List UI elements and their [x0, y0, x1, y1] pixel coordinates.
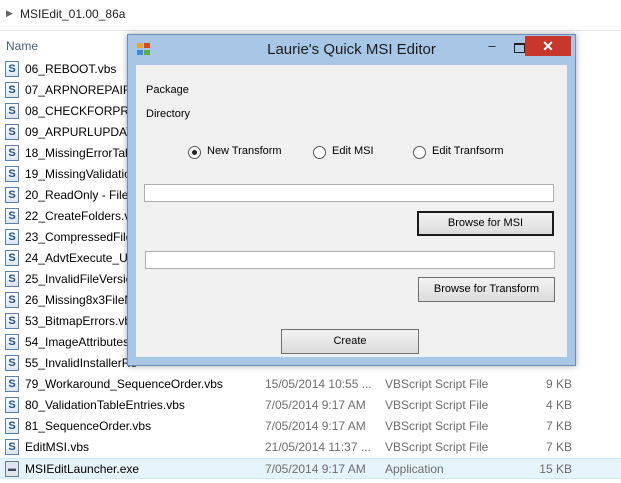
file-row[interactable]: S 81_SequenceOrder.vbs 7/05/2014 9:17 AM VB…	[0, 416, 621, 437]
vbs-script-icon: S	[5, 103, 19, 119]
vbs-script-icon: S	[5, 208, 19, 224]
file-name: 23_CompressedFile	[25, 230, 133, 244]
file-row[interactable]: S 79_Workaround_SequenceOrder.vbs 15/05/20…	[0, 374, 621, 395]
dialog-client-area: Package Directory New Transform Edit MSI…	[136, 65, 567, 357]
vbs-script-icon: S	[5, 61, 19, 77]
file-name: 07_ARPNOREPAIR.v	[25, 83, 141, 97]
radio-label[interactable]: Edit MSI	[332, 145, 374, 157]
file-name: 09_ARPURLUPDATI	[25, 125, 137, 139]
file-type: VBScript Script File	[385, 419, 489, 433]
browse-msi-button[interactable]: Browse for MSI	[417, 211, 554, 236]
file-date: 7/05/2014 9:17 AM	[265, 398, 366, 412]
file-size: 7 KB	[545, 440, 572, 454]
vbs-script-icon: S	[5, 124, 19, 140]
file-date: 15/05/2014 10:55 ...	[265, 377, 372, 391]
maximize-icon	[514, 43, 525, 53]
create-button[interactable]: Create	[281, 329, 419, 354]
radio-label[interactable]: New Transform	[207, 145, 282, 157]
radio-circle[interactable]	[313, 146, 326, 159]
file-date: 21/05/2014 11:37 ...	[265, 440, 371, 454]
radio-selected-dot	[192, 150, 197, 155]
file-name: 80_ValidationTableEntries.vbs	[25, 398, 185, 412]
msi-path-input[interactable]	[144, 184, 554, 202]
file-name: 53_BitmapErrors.vb	[25, 314, 132, 328]
application-icon: ▬	[5, 461, 19, 477]
file-row[interactable]: S 80_ValidationTableEntries.vbs 7/05/2014 …	[0, 395, 621, 416]
radio-label[interactable]: Edit Tranfsorm	[432, 145, 504, 157]
minimize-icon: –	[488, 38, 496, 53]
file-name: 22_CreateFolders.vb	[25, 209, 138, 223]
vbs-script-icon: S	[5, 187, 19, 203]
file-name: 25_InvalidFileVersic	[25, 272, 132, 286]
directory-label: Directory	[146, 108, 191, 120]
close-icon: ✕	[542, 38, 554, 54]
vbs-script-icon: S	[5, 439, 19, 455]
close-button[interactable]: ✕	[525, 36, 571, 56]
vbs-script-icon: S	[5, 145, 19, 161]
file-size: 15 KB	[539, 462, 572, 476]
file-name: 55_InvalidInstallerRe	[25, 356, 138, 370]
file-name: 26_Missing8x3FileN	[25, 293, 134, 307]
file-name: 20_ReadOnly - File	[25, 188, 129, 202]
radio-circle[interactable]	[413, 146, 426, 159]
vbs-script-icon: S	[5, 355, 19, 371]
file-name: 79_Workaround_SequenceOrder.vbs	[25, 377, 223, 391]
column-header-name[interactable]: Name	[6, 39, 38, 53]
breadcrumb[interactable]: ▶ MSIEdit_01.00_86a	[0, 0, 621, 31]
breadcrumb-folder[interactable]: MSIEdit_01.00_86a	[20, 7, 125, 21]
transform-path-input[interactable]	[145, 251, 555, 269]
file-name: 81_SequenceOrder.vbs	[25, 419, 152, 433]
chevron-right-icon[interactable]: ▶	[6, 8, 13, 19]
package-label: Package	[146, 84, 189, 96]
file-row[interactable]: S EditMSI.vbs 21/05/2014 11:37 ... VBScript…	[0, 437, 621, 458]
file-name: 54_ImageAttributes	[25, 335, 130, 349]
file-name: 18_MissingErrorTab	[25, 146, 132, 160]
vbs-script-icon: S	[5, 229, 19, 245]
file-row[interactable]: ▬ MSIEditLauncher.exe 7/05/2014 9:17 AM App…	[0, 458, 621, 479]
file-type: Application	[385, 462, 444, 476]
file-size: 7 KB	[545, 419, 572, 433]
vbs-script-icon: S	[5, 82, 19, 98]
dialog-titlebar[interactable]: Laurie's Quick MSI Editor – ✕	[128, 35, 575, 65]
file-size: 9 KB	[545, 377, 572, 391]
file-type: VBScript Script File	[385, 440, 489, 454]
vbs-script-icon: S	[5, 334, 19, 350]
file-name: MSIEditLauncher.exe	[25, 462, 140, 476]
radio-circle[interactable]	[188, 146, 201, 159]
file-date: 7/05/2014 9:17 AM	[265, 462, 366, 476]
file-type: VBScript Script File	[385, 398, 489, 412]
vbs-script-icon: S	[5, 271, 19, 287]
vbs-script-icon: S	[5, 250, 19, 266]
vbs-script-icon: S	[5, 166, 19, 182]
file-name: 19_MissingValidatio	[25, 167, 131, 181]
minimize-button[interactable]: –	[479, 39, 505, 57]
file-date: 7/05/2014 9:17 AM	[265, 419, 366, 433]
vbs-script-icon: S	[5, 397, 19, 413]
vbs-script-icon: S	[5, 313, 19, 329]
vbs-script-icon: S	[5, 418, 19, 434]
vbs-script-icon: S	[5, 292, 19, 308]
file-type: VBScript Script File	[385, 377, 489, 391]
browse-transform-button[interactable]: Browse for Transform	[418, 277, 555, 302]
msi-editor-dialog: Laurie's Quick MSI Editor – ✕ Package Di…	[127, 34, 576, 366]
file-name: 08_CHECKFORPRO	[25, 104, 139, 118]
vbs-script-icon: S	[5, 376, 19, 392]
file-name: 06_REBOOT.vbs	[25, 62, 117, 76]
file-name: EditMSI.vbs	[25, 440, 90, 454]
file-size: 4 KB	[545, 398, 572, 412]
file-name: 24_AdvtExecute_Ur	[25, 251, 132, 265]
